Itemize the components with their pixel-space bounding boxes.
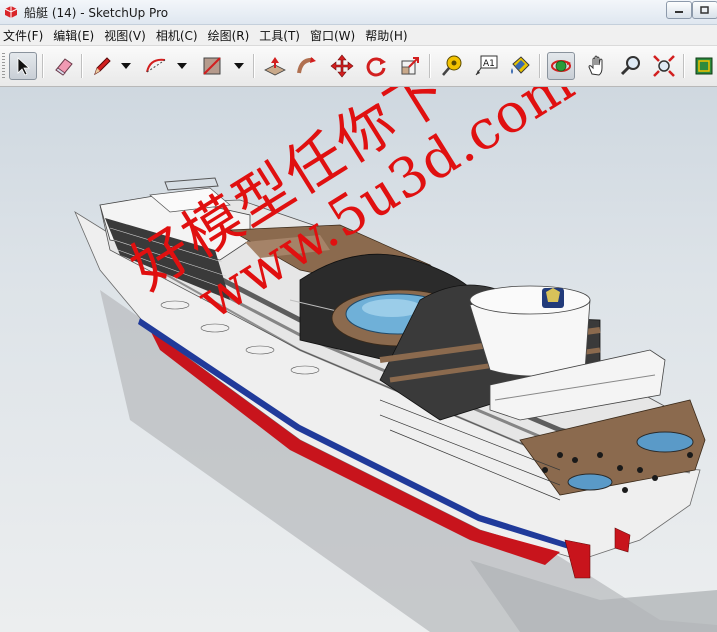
select-tool[interactable] [9, 52, 37, 80]
menu-file[interactable]: 文件(F) [0, 27, 50, 44]
rectangle-tool[interactable] [198, 52, 226, 80]
move-arrows-icon [330, 54, 354, 78]
toolbar-separator [429, 54, 431, 78]
orbit-icon [551, 60, 571, 72]
eraser-tool[interactable] [50, 52, 78, 80]
drawing-viewport[interactable]: 好模型任你下 www.5u3d.com [0, 87, 717, 632]
move-tool[interactable] [328, 52, 356, 80]
restore-button[interactable] [692, 1, 717, 19]
rectangle-tool-dropdown[interactable] [232, 58, 246, 74]
chevron-down-icon [121, 63, 131, 69]
rotate-tool[interactable] [362, 52, 390, 80]
hand-icon [588, 55, 603, 76]
menu-window[interactable]: 窗口(W) [307, 27, 362, 44]
minimize-button[interactable] [666, 1, 692, 19]
menu-view[interactable]: 视图(V) [101, 27, 153, 44]
warehouse-tool[interactable] [690, 52, 717, 80]
scale-icon [401, 57, 419, 75]
scale-tool[interactable] [396, 52, 424, 80]
menu-bar: 文件(F) 编辑(E) 视图(V) 相机(C) 绘图(R) 工具(T) 窗口(W… [0, 25, 717, 46]
magnifier-icon [620, 56, 640, 76]
chevron-down-icon [234, 63, 244, 69]
menu-camera[interactable]: 相机(C) [153, 27, 205, 44]
warehouse-icon [695, 57, 713, 75]
tape-measure-tool[interactable] [438, 52, 466, 80]
minimize-icon [675, 11, 683, 13]
svg-text:A1: A1 [483, 59, 495, 69]
push-pull-tool[interactable] [261, 52, 289, 80]
arc-icon [146, 58, 166, 73]
rectangle-icon [203, 57, 221, 75]
title-bar: 船艇 (14) - SketchUp Pro [0, 0, 717, 25]
orbit-tool[interactable] [547, 52, 575, 80]
toolbar-grip[interactable] [2, 53, 5, 79]
paint-bucket-tool[interactable] [506, 52, 534, 80]
sketchup-icon [4, 6, 18, 18]
restore-icon [700, 6, 709, 14]
zoom-tool[interactable] [617, 52, 645, 80]
arc-tool-dropdown[interactable] [175, 58, 189, 74]
paint-bucket-icon [511, 56, 530, 74]
pan-tool[interactable] [583, 52, 611, 80]
toolbar: A1 [0, 46, 717, 87]
text-label-icon: A1 [475, 55, 498, 76]
text-tool[interactable]: A1 [472, 52, 500, 80]
line-tool[interactable] [88, 52, 116, 80]
window-title: 船艇 (14) - SketchUp Pro [24, 6, 169, 20]
toolbar-separator [683, 54, 685, 78]
toolbar-separator [42, 54, 44, 78]
follow-me-tool[interactable] [293, 52, 321, 80]
menu-draw[interactable]: 绘图(R) [205, 27, 257, 44]
chevron-down-icon [177, 63, 187, 69]
cruise-ship-model [74, 177, 717, 632]
arrow-cursor-icon [17, 57, 31, 76]
toolbar-separator [253, 54, 255, 78]
push-pull-icon [264, 57, 286, 76]
rotate-icon [366, 57, 386, 77]
pencil-icon [94, 57, 111, 76]
line-tool-dropdown[interactable] [119, 58, 133, 74]
menu-tools[interactable]: 工具(T) [256, 27, 307, 44]
arc-tool[interactable] [142, 52, 170, 80]
toolbar-separator [81, 54, 83, 78]
menu-edit[interactable]: 编辑(E) [50, 27, 101, 44]
menu-help[interactable]: 帮助(H) [362, 27, 414, 44]
tape-measure-icon [442, 55, 462, 76]
zoom-extents-tool[interactable] [650, 52, 678, 80]
toolbar-separator [539, 54, 541, 78]
follow-me-icon [297, 57, 316, 74]
eraser-icon [55, 58, 73, 76]
zoom-extents-icon [653, 55, 675, 77]
